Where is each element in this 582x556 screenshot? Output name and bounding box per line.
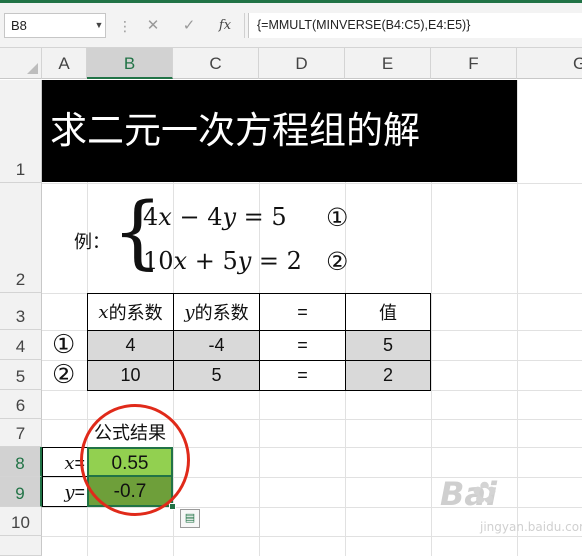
equation-1: 4x − 4y = 5 <box>143 203 287 231</box>
quick-analysis-icon[interactable]: ▤ <box>180 509 200 528</box>
table-cell[interactable]: 10 <box>87 360 174 391</box>
table-cell[interactable]: 5 <box>345 330 431 361</box>
table-cell[interactable]: = <box>259 360 346 391</box>
row-header-5[interactable]: 5 <box>0 360 42 390</box>
table-header-x[interactable]: x 的系数 <box>87 293 174 331</box>
column-header-a[interactable]: A <box>42 48 87 79</box>
row-header-4[interactable]: 4 <box>0 330 42 360</box>
chevron-down-icon[interactable]: ▼ <box>92 13 106 38</box>
equation-2: 10x + 5y = 2 <box>143 247 302 275</box>
select-all-icon <box>27 63 38 74</box>
row-mark-2: ② <box>52 360 76 390</box>
table-header-value[interactable]: 值 <box>345 293 431 331</box>
highlight-circle <box>80 404 190 516</box>
table-cell[interactable]: 4 <box>87 330 174 361</box>
column-header-d[interactable]: D <box>259 48 345 79</box>
row-mark-1: ① <box>52 330 76 360</box>
drag-handle-icon[interactable]: ⋮ <box>118 15 132 37</box>
table-header-y[interactable]: y 的系数 <box>173 293 260 331</box>
row-header-2[interactable]: 2 <box>0 183 42 293</box>
equation-1-mark: ① <box>326 203 349 232</box>
table-cell[interactable]: -4 <box>173 330 260 361</box>
row-header-3[interactable]: 3 <box>0 293 42 330</box>
example-label: 例： <box>74 232 110 253</box>
row-header-1[interactable]: 1 <box>0 80 42 183</box>
name-box[interactable]: B8 <box>4 13 106 38</box>
insert-function-button[interactable]: fx <box>212 13 238 38</box>
column-header-f[interactable]: F <box>431 48 517 79</box>
table-header-equals[interactable]: = <box>259 293 346 331</box>
row-header-7[interactable]: 7 <box>0 419 42 447</box>
row-header-9[interactable]: 9 <box>0 477 42 507</box>
fill-handle[interactable] <box>169 503 176 510</box>
row-header-11[interactable] <box>0 536 42 556</box>
row-header-10[interactable]: 10 <box>0 507 42 536</box>
formula-bar-divider <box>244 13 245 38</box>
formula-input[interactable]: {=MMULT(MINVERSE(B4:C5),E4:E5)} <box>248 13 582 38</box>
column-header-b[interactable]: B <box>87 48 173 79</box>
column-header-c[interactable]: C <box>173 48 259 79</box>
table-cell[interactable]: = <box>259 330 346 361</box>
paw-icon: ✿ <box>472 477 498 510</box>
column-header-g[interactable]: G <box>517 48 582 79</box>
row-header-6[interactable]: 6 <box>0 390 42 419</box>
column-header-e[interactable]: E <box>345 48 431 79</box>
equation-2-mark: ② <box>326 247 349 276</box>
cancel-icon[interactable]: ✕ <box>140 13 166 38</box>
table-cell[interactable]: 5 <box>173 360 260 391</box>
watermark-url: jingyan.baidu.com <box>480 520 582 534</box>
enter-icon[interactable]: ✓ <box>176 13 202 38</box>
sheet-title[interactable]: 求二元一次方程组的解 <box>42 80 517 182</box>
row-header-8[interactable]: 8 <box>0 447 42 477</box>
table-cell[interactable]: 2 <box>345 360 431 391</box>
y-label-cell[interactable]: y= <box>42 477 87 507</box>
